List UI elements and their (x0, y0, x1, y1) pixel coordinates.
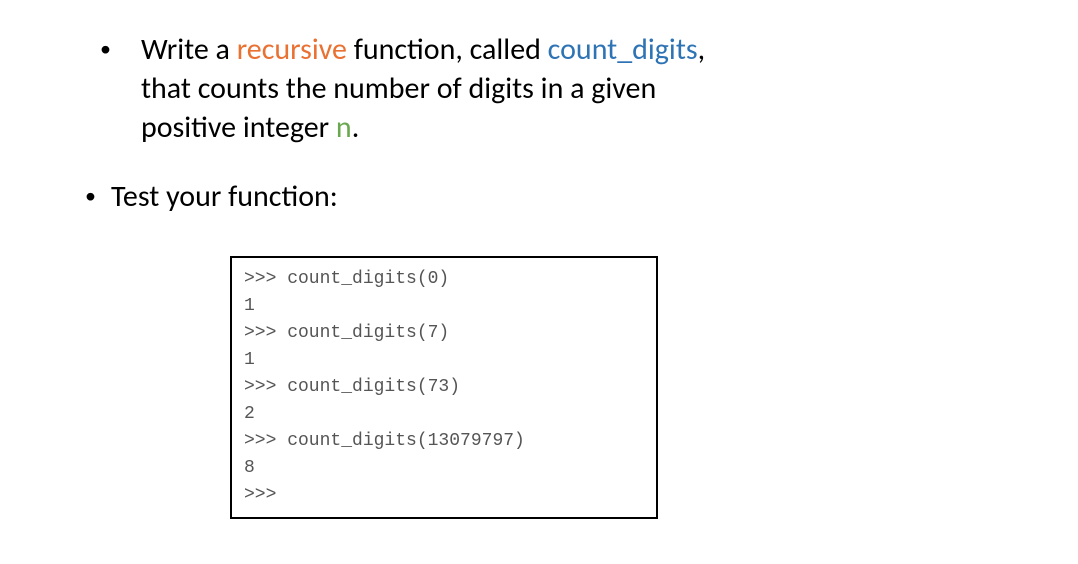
code-line: >>> count_digits(7) (244, 320, 644, 347)
text-segment: positive integer (141, 109, 336, 146)
function-name: count_digits (548, 31, 698, 68)
code-line: >>> count_digits(13079797) (244, 428, 644, 455)
bullet-item-1: • Write a recursive function, called cou… (100, 30, 1018, 147)
text-segment: . (352, 109, 360, 146)
variable-n: n (336, 109, 352, 146)
text-segment: , (698, 31, 706, 68)
code-line: 1 (244, 293, 644, 320)
code-line: 8 (244, 455, 644, 482)
code-line: >>> count_digits(73) (244, 374, 644, 401)
code-line: 1 (244, 347, 644, 374)
text-segment: that counts the number of digits in a gi… (141, 70, 656, 107)
bullet-dot-icon: • (100, 34, 111, 65)
code-line: >>> count_digits(0) (244, 266, 644, 293)
keyword-recursive: recursive (237, 31, 347, 68)
bullet-text-2: Test your function: (111, 177, 338, 216)
slide-content: • Write a recursive function, called cou… (0, 0, 1078, 549)
code-line: 2 (244, 401, 644, 428)
text-segment: Test your function: (111, 178, 338, 215)
code-box: >>> count_digits(0) 1 >>> count_digits(7… (230, 256, 658, 519)
text-segment: function, called (347, 31, 548, 68)
bullet-text-1: Write a recursive function, called count… (141, 30, 705, 147)
bullet-item-2: • Test your function: (100, 177, 1018, 216)
text-segment: Write a (141, 31, 237, 68)
bullet-dot-icon: • (85, 181, 96, 212)
code-line: >>> (244, 482, 644, 509)
